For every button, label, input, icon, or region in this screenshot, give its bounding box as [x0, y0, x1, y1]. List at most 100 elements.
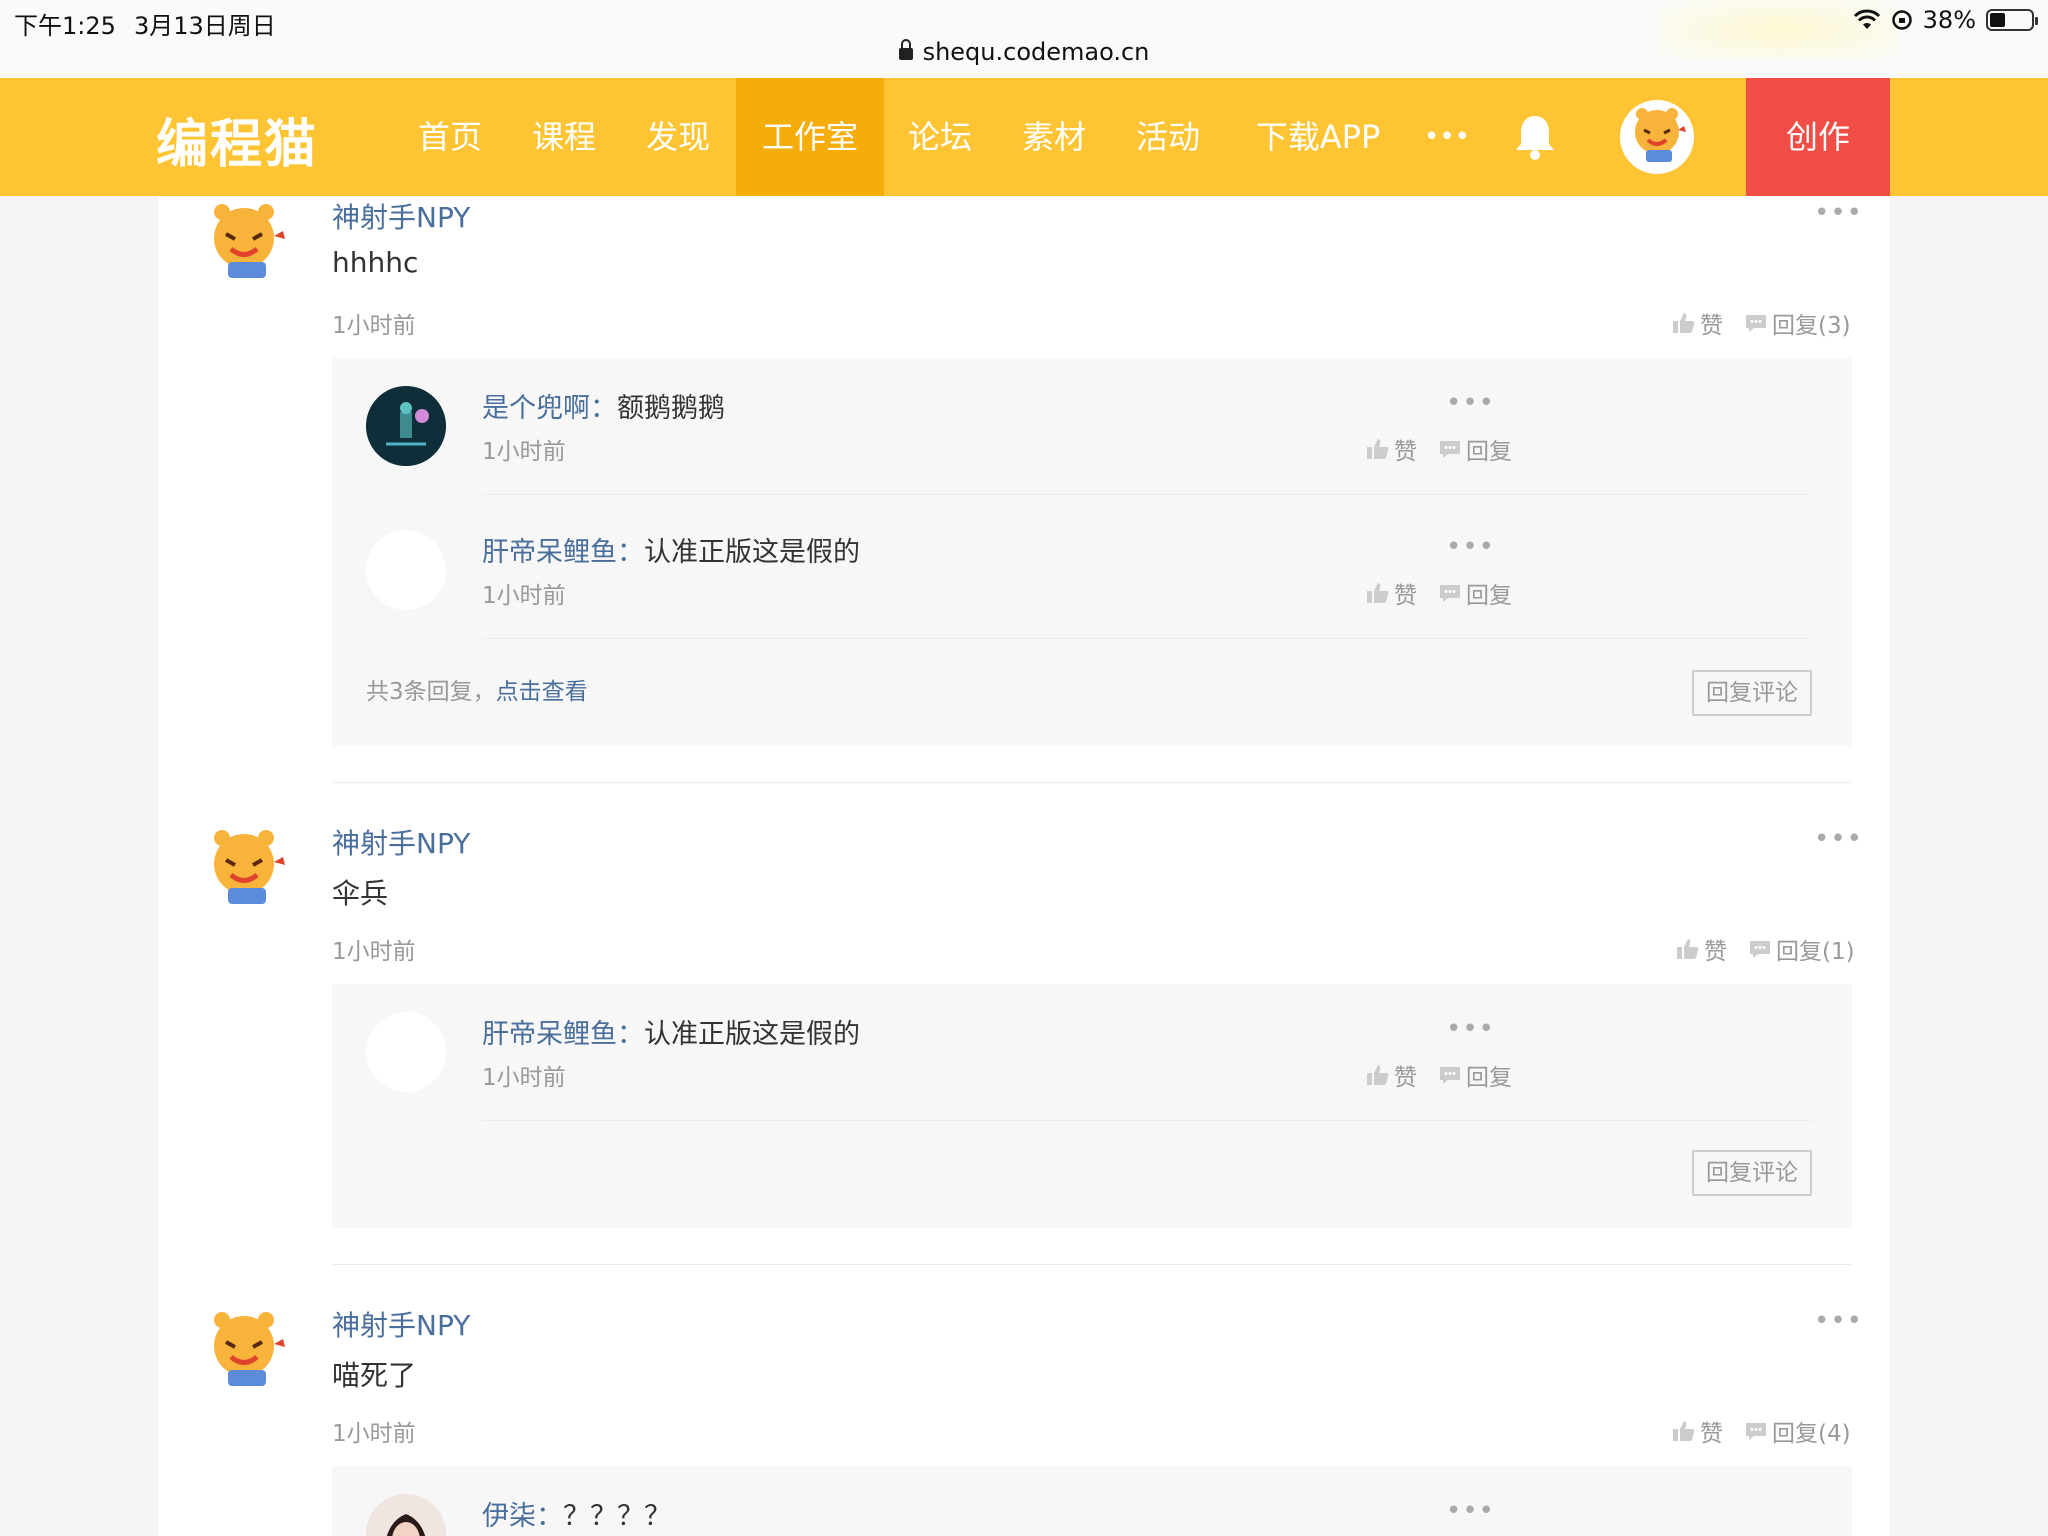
reply-button[interactable]: 回复(1) [1748, 932, 1855, 966]
reply-text: 额鹅鹅鹅 [617, 393, 725, 424]
reply-comment-button[interactable]: 回复评论 [1692, 1150, 1812, 1196]
thumb-up-icon [1673, 1421, 1695, 1441]
reply-time: 1小时前 [482, 439, 566, 465]
bell-icon[interactable] [1512, 112, 1558, 162]
reply-line: 肝帝呆鲤鱼：认准正版这是假的 [482, 537, 860, 568]
reply-avatar[interactable] [366, 1494, 446, 1536]
thumb-up-icon [1367, 439, 1389, 459]
reply-button[interactable]: 回复 [1438, 1058, 1512, 1092]
reply-avatar[interactable] [366, 1012, 446, 1092]
reply-line: 是个兜啊：额鹅鹅鹅 [482, 393, 725, 424]
reply-time: 1小时前 [482, 583, 566, 609]
chat-bubble-icon [1750, 941, 1770, 958]
comment-avatar[interactable] [194, 196, 294, 294]
comment-text: hhhhc [332, 246, 419, 279]
comment-divider [332, 782, 1852, 783]
thumb-up-icon [1367, 1065, 1389, 1085]
like-button[interactable]: 赞 [1672, 1414, 1723, 1448]
reply-username[interactable]: 伊柒 [482, 1501, 536, 1532]
like-button[interactable]: 赞 [1672, 306, 1723, 340]
status-date: 3月13日周日 [134, 12, 276, 40]
lock-icon [898, 39, 913, 60]
reply-total: 共3条回复，点击查看 [366, 679, 588, 705]
comment-time: 1小时前 [332, 939, 416, 965]
comment-list: 神射手NPY hhhhc 1小时前 ••• 赞 回复(3) 是个兜啊：额鹅鹅鹅 … [158, 196, 1890, 1536]
thumb-up-icon [1677, 939, 1699, 959]
comment-username[interactable]: 神射手NPY [332, 822, 470, 862]
reply-divider [482, 638, 1812, 639]
top-navigation: 编程猫 首页 课程 发现 工作室 论坛 素材 活动 下载APP ••• 创作 [0, 78, 2048, 196]
reply-avatar[interactable] [366, 386, 446, 466]
codemao-logo[interactable]: 编程猫 [156, 102, 318, 177]
nav-discover[interactable]: 发现 [628, 78, 728, 196]
nav-materials[interactable]: 素材 [1004, 78, 1104, 196]
create-button[interactable]: 创作 [1746, 78, 1890, 196]
more-options-icon[interactable]: ••• [1446, 388, 1495, 418]
reply-username[interactable]: 肝帝呆鲤鱼 [482, 537, 617, 568]
nav-events[interactable]: 活动 [1118, 78, 1218, 196]
nav-more[interactable]: ••• [1418, 78, 1476, 196]
wifi-icon [1853, 9, 1880, 29]
battery-icon [1986, 9, 2038, 31]
reply-thread: 是个兜啊：额鹅鹅鹅 1小时前 ••• 赞 回复 肝帝呆鲤鱼：认准正版这是假的 1… [332, 358, 1852, 746]
comment-username[interactable]: 神射手NPY [332, 196, 470, 236]
status-bar: 下午1:25 3月13日周日 38% shequ.codemao.cn [0, 0, 2048, 78]
nav-home[interactable]: 首页 [400, 78, 500, 196]
nav-courses[interactable]: 课程 [514, 78, 614, 196]
reply-text: ？？？？ [563, 1501, 671, 1532]
reply-username[interactable]: 肝帝呆鲤鱼 [482, 1019, 617, 1050]
comment-time: 1小时前 [332, 1421, 416, 1447]
reply-button[interactable]: 回复(3) [1744, 306, 1851, 340]
comment-text: 伞兵 [332, 877, 389, 910]
comment-username[interactable]: 神射手NPY [332, 1304, 470, 1344]
reply-text: 认准正版这是假的 [644, 537, 860, 568]
more-options-icon[interactable]: ••• [1446, 532, 1495, 562]
nav-studio[interactable]: 工作室 [736, 78, 884, 196]
url-bar[interactable]: shequ.codemao.cn [0, 38, 2048, 66]
comment-text: 喵死了 [332, 1359, 417, 1392]
like-button[interactable]: 赞 [1366, 1058, 1417, 1092]
more-options-icon[interactable]: ••• [1446, 1496, 1495, 1526]
reply-line: 肝帝呆鲤鱼：认准正版这是假的 [482, 1019, 860, 1050]
like-button[interactable]: 赞 [1366, 576, 1417, 610]
comment-avatar[interactable] [194, 820, 294, 920]
thumb-up-icon [1673, 313, 1695, 333]
chat-bubble-icon [1440, 1067, 1460, 1084]
thumb-up-icon [1367, 583, 1389, 603]
reply-thread: 肝帝呆鲤鱼：认准正版这是假的 1小时前 ••• 赞 回复 回复评论 [332, 984, 1852, 1228]
chat-bubble-icon [1440, 585, 1460, 602]
reply-thread: 伊柒：？？？？ ••• [332, 1466, 1852, 1536]
reply-username[interactable]: 是个兜啊 [482, 393, 590, 424]
battery-percent: 38% [1922, 6, 1976, 34]
reply-avatar[interactable] [366, 530, 446, 610]
reply-button[interactable]: 回复 [1438, 576, 1512, 610]
url-text: shequ.codemao.cn [922, 38, 1150, 66]
reply-comment-button[interactable]: 回复评论 [1692, 670, 1812, 716]
reply-time: 1小时前 [482, 1065, 566, 1091]
chat-bubble-icon [1746, 1423, 1766, 1440]
rotation-lock-icon [1891, 10, 1912, 30]
like-button[interactable]: 赞 [1366, 432, 1417, 466]
chat-bubble-icon [1746, 315, 1766, 332]
comment-time: 1小时前 [332, 313, 416, 339]
more-options-icon[interactable]: ••• [1814, 824, 1863, 854]
reply-button[interactable]: 回复 [1438, 432, 1512, 466]
nav-download-app[interactable]: 下载APP [1240, 78, 1396, 196]
status-time: 下午1:25 [14, 12, 116, 40]
comment-avatar[interactable] [194, 1302, 294, 1402]
reply-line: 伊柒：？？？？ [482, 1501, 671, 1532]
reply-divider [482, 1120, 1812, 1121]
more-options-icon[interactable]: ••• [1814, 1306, 1863, 1336]
status-indicators: 38% [1853, 6, 2038, 34]
comment-divider [332, 1264, 1852, 1265]
reply-text: 认准正版这是假的 [644, 1019, 860, 1050]
user-avatar[interactable] [1620, 100, 1694, 174]
like-button[interactable]: 赞 [1676, 932, 1727, 966]
reply-divider [482, 494, 1812, 495]
view-all-replies-link[interactable]: 点击查看 [496, 679, 588, 705]
chat-bubble-icon [1440, 441, 1460, 458]
reply-button[interactable]: 回复(4) [1744, 1414, 1851, 1448]
nav-forum[interactable]: 论坛 [890, 78, 990, 196]
more-options-icon[interactable]: ••• [1814, 198, 1863, 228]
more-options-icon[interactable]: ••• [1446, 1014, 1495, 1044]
